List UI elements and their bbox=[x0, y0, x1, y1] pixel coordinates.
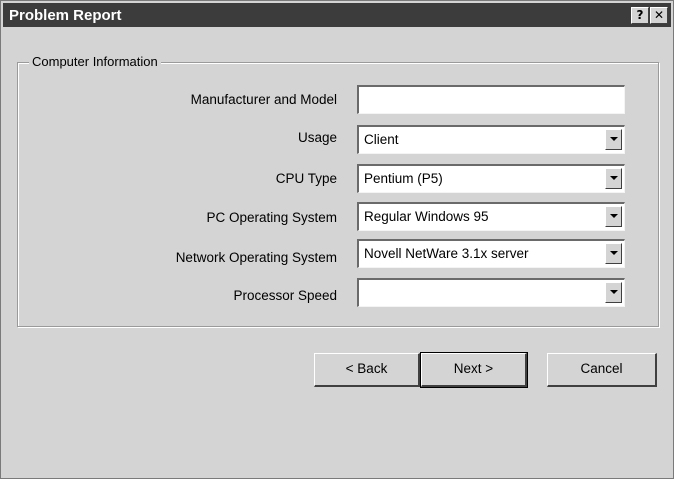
cpu-type-select[interactable]: Pentium (P5) bbox=[357, 164, 625, 193]
processor-speed-label: Processor Speed bbox=[233, 288, 337, 303]
chevron-down-icon[interactable] bbox=[605, 168, 622, 189]
back-button[interactable]: < Back bbox=[314, 353, 420, 387]
pc-os-select[interactable]: Regular Windows 95 bbox=[357, 202, 625, 231]
window-title: Problem Report bbox=[9, 7, 122, 24]
network-os-value: Novell NetWare 3.1x server bbox=[364, 246, 529, 261]
chevron-down-icon[interactable] bbox=[605, 243, 622, 264]
title-bar: Problem Report ? ✕ bbox=[3, 3, 671, 27]
usage-value: Client bbox=[364, 132, 399, 147]
manufacturer-model-label: Manufacturer and Model bbox=[190, 92, 337, 107]
problem-report-dialog: Problem Report ? ✕ Computer Information … bbox=[0, 0, 674, 479]
usage-select[interactable]: Client bbox=[357, 125, 625, 154]
next-button[interactable]: Next > bbox=[420, 352, 528, 388]
close-icon[interactable]: ✕ bbox=[650, 7, 668, 24]
group-title: Computer Information bbox=[29, 54, 161, 69]
processor-speed-select[interactable] bbox=[357, 278, 625, 307]
chevron-down-icon[interactable] bbox=[605, 129, 622, 150]
pc-os-value: Regular Windows 95 bbox=[364, 209, 489, 224]
cpu-type-label: CPU Type bbox=[275, 171, 337, 186]
network-os-select[interactable]: Novell NetWare 3.1x server bbox=[357, 239, 625, 268]
usage-label: Usage bbox=[297, 130, 337, 145]
help-icon[interactable]: ? bbox=[631, 7, 649, 24]
chevron-down-icon[interactable] bbox=[605, 206, 622, 227]
network-os-label: Network Operating System bbox=[175, 250, 337, 265]
manufacturer-model-input[interactable] bbox=[357, 85, 625, 114]
chevron-down-icon[interactable] bbox=[605, 282, 622, 303]
pc-os-label: PC Operating System bbox=[206, 210, 337, 225]
cancel-button[interactable]: Cancel bbox=[547, 353, 657, 387]
cpu-type-value: Pentium (P5) bbox=[364, 171, 443, 186]
